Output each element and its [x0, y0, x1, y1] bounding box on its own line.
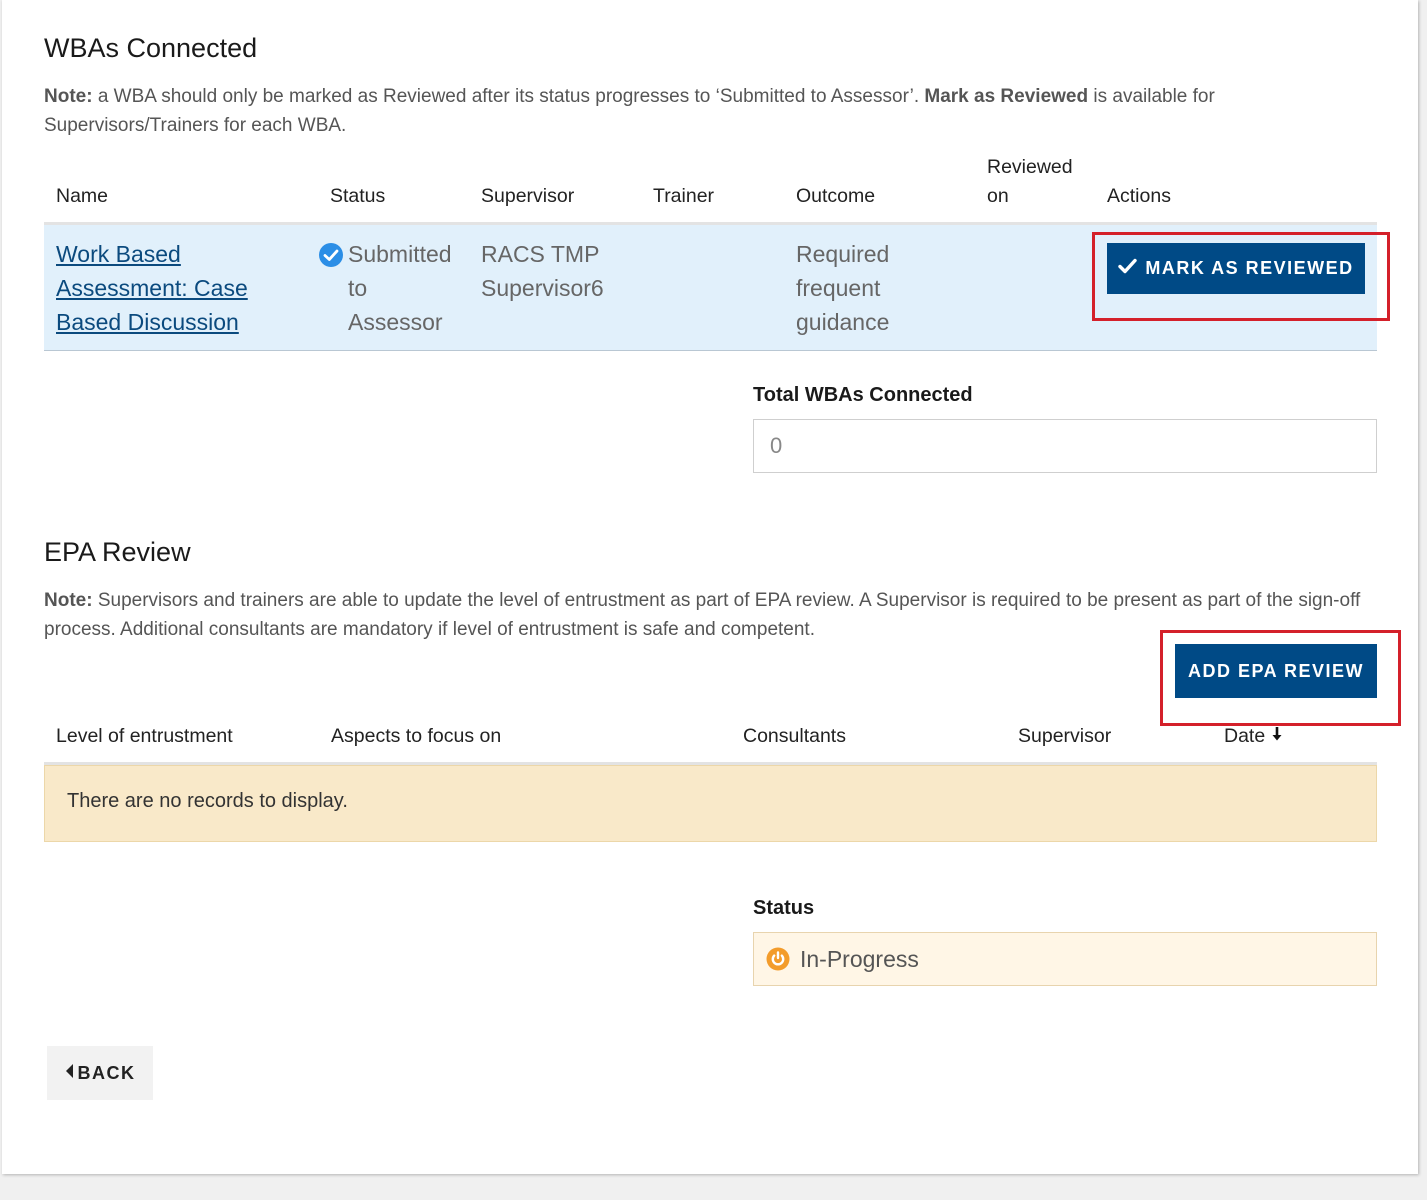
col-header-aspects[interactable]: Aspects to focus on [331, 722, 501, 751]
total-wbas-field: 0 [753, 419, 1377, 473]
status-value: In-Progress [800, 945, 919, 972]
col-header-epa-supervisor[interactable]: Supervisor [1018, 722, 1111, 751]
caret-left-icon [65, 1063, 74, 1083]
col-header-name[interactable]: Name [56, 182, 108, 211]
mark-as-reviewed-button[interactable]: MARK AS REVIEWED [1107, 243, 1365, 294]
col-header-reviewed-on[interactable]: Reviewed on [987, 153, 1087, 211]
wba-supervisor: RACS TMP Supervisor6 [481, 237, 604, 305]
wba-note: Note: a WBA should only be marked as Rev… [44, 82, 1364, 140]
wba-supervisor-line-1: RACS TMP [481, 241, 600, 267]
wba-outcome: Required frequent guidance [796, 237, 889, 339]
arrow-down-icon [1271, 722, 1283, 751]
status-label: Status [753, 897, 815, 919]
mark-as-reviewed-label: MARK AS REVIEWED [1145, 258, 1354, 278]
col-header-outcome[interactable]: Outcome [796, 182, 875, 211]
col-header-date[interactable]: Date [1224, 722, 1283, 751]
check-circle-icon [318, 242, 344, 268]
total-wbas-label: Total WBAs Connected [753, 384, 973, 406]
wba-note-text-1: a WBA should only be marked as Reviewed … [92, 86, 925, 107]
wba-name-link[interactable]: Work Based Assessment: Case Based Discus… [56, 237, 248, 339]
wba-outcome-line-2: frequent [796, 275, 881, 301]
wba-name-line-2[interactable]: Assessment: Case [56, 271, 248, 305]
wba-name-line-1[interactable]: Work Based [56, 237, 248, 271]
wba-status-line-2: to [348, 275, 368, 301]
in-progress-icon [766, 947, 790, 971]
col-header-supervisor[interactable]: Supervisor [481, 182, 574, 211]
col-header-date-label: Date [1224, 725, 1266, 747]
status-field: In-Progress [753, 932, 1377, 986]
col-header-level[interactable]: Level of entrustment [56, 722, 233, 751]
empty-records-message: There are no records to display. [67, 790, 348, 812]
col-header-actions: Actions [1107, 185, 1171, 207]
wba-name-line-3[interactable]: Based Discussion [56, 305, 248, 339]
back-button[interactable]: BACK [47, 1046, 153, 1100]
wba-status-line-3: Assessor [348, 309, 443, 335]
wba-note-bold: Mark as Reviewed [924, 86, 1089, 107]
wba-supervisor-line-2: Supervisor6 [481, 275, 604, 301]
check-icon [1118, 258, 1138, 279]
content-card: WBAs Connected Note: a WBA should only b… [2, 0, 1418, 1174]
col-header-consultants[interactable]: Consultants [743, 722, 846, 751]
epa-note-prefix: Note: [44, 590, 93, 611]
add-epa-review-button[interactable]: ADD EPA REVIEW [1175, 644, 1377, 698]
wba-status-line-1: Submitted [348, 241, 452, 267]
wba-outcome-line-3: guidance [796, 309, 890, 335]
back-button-label: BACK [77, 1062, 136, 1083]
wba-note-prefix: Note: [44, 86, 93, 107]
col-header-trainer[interactable]: Trainer [653, 182, 714, 211]
wba-outcome-line-1: Required [796, 241, 890, 267]
wba-status: Submitted to Assessor [348, 237, 452, 339]
wba-section-title: WBAs Connected [44, 33, 258, 63]
epa-section-title: EPA Review [44, 537, 191, 567]
col-header-status[interactable]: Status [330, 182, 385, 211]
